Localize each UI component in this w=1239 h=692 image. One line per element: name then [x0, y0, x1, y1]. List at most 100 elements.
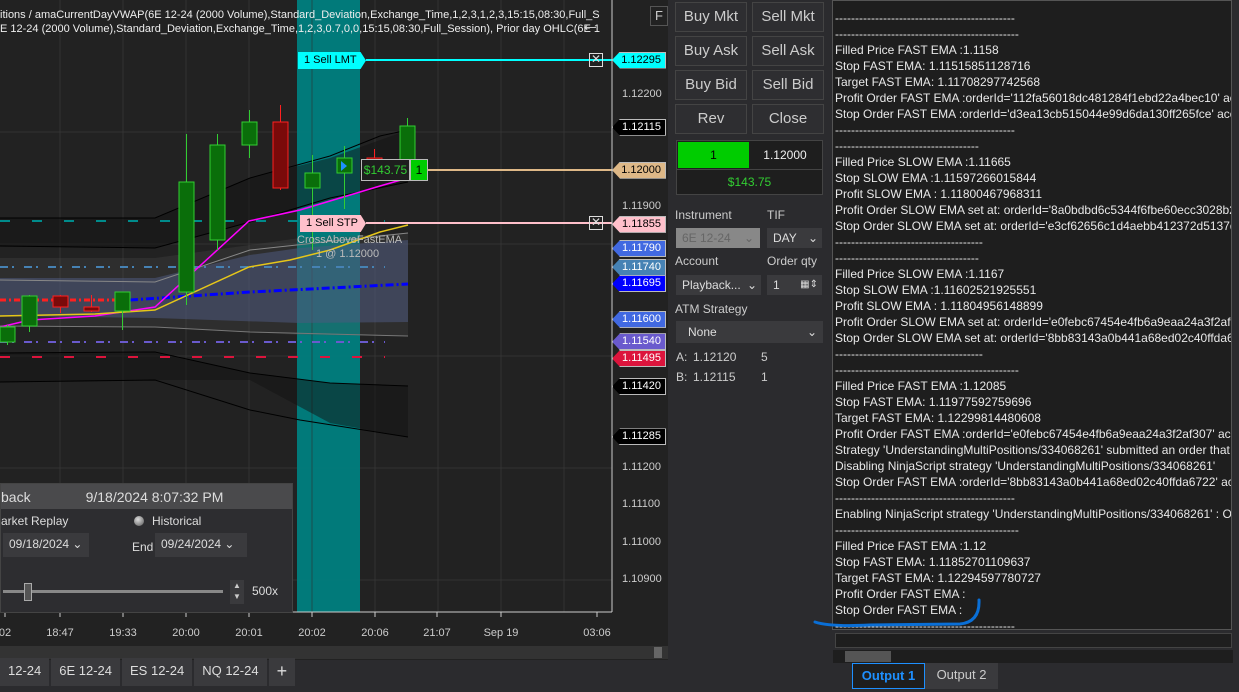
- output-line: ----------------------------------------…: [835, 11, 1015, 25]
- price-marker: 1.12000: [612, 161, 666, 179]
- price-marker: 1.11285: [612, 428, 666, 446]
- sell-mkt-button[interactable]: Sell Mkt: [752, 2, 824, 32]
- price-marker: 1.11740: [612, 258, 666, 276]
- output-line: Stop Order SLOW EMA set at: orderId='8bb…: [835, 331, 1232, 345]
- order-qty-input[interactable]: 1 ▦⇕: [767, 275, 822, 295]
- market-replay-radio[interactable]: arket Replay: [1, 514, 68, 528]
- output-line: -------------------------------------: [835, 235, 983, 249]
- output-line: Filled Price FAST EMA :1.12: [835, 539, 987, 553]
- position-pnl: $143.75: [677, 169, 822, 194]
- candle-body: [272, 121, 289, 189]
- output-line: Profit SLOW EMA : 1.11800467968311: [835, 187, 1043, 201]
- indicator-header-1: itions / amaCurrentDayVWAP(6E 12-24 (200…: [0, 9, 600, 21]
- candle-body: [114, 291, 131, 312]
- output-line: Profit SLOW EMA : 1.11804956148899: [835, 299, 1043, 313]
- atm-strategy-dropdown[interactable]: None ⌄: [676, 321, 823, 343]
- output-line: Disabling NinjaScript strategy 'Understa…: [835, 459, 1216, 473]
- account-value: Playback...: [682, 278, 741, 292]
- price-marker: 1.11495: [612, 350, 666, 368]
- output-text-area[interactable]: ----------------------------------------…: [832, 0, 1232, 630]
- cancel-order-icon[interactable]: ✕: [589, 216, 603, 230]
- tif-dropdown[interactable]: DAY ⌄: [767, 228, 822, 248]
- ask-label: A:: [676, 350, 688, 364]
- output-line: ----------------------------------------…: [835, 619, 1015, 630]
- buy-ask-button[interactable]: Buy Ask: [675, 36, 747, 66]
- speed-slider[interactable]: [3, 590, 223, 593]
- ask-price: 1.12120: [693, 350, 737, 364]
- chart-tab[interactable]: 6E 12-24: [51, 658, 121, 686]
- tab-output-1[interactable]: Output 1: [852, 663, 925, 689]
- indicator-header-2: E 12-24 (2000 Volume),Standard_Deviation…: [0, 23, 600, 35]
- playback-title: back: [1, 488, 31, 505]
- candle-body: [83, 306, 100, 312]
- output-line: Filled Price FAST EMA :1.1158: [835, 43, 999, 57]
- buy-bid-button[interactable]: Buy Bid: [675, 70, 747, 100]
- output-line: Stop SLOW EMA :1.11602521925551: [835, 283, 1037, 297]
- chart-tab[interactable]: NQ 12-24: [194, 658, 267, 686]
- price-marker: 1.11540: [612, 333, 666, 351]
- sell-ask-button[interactable]: Sell Ask: [752, 36, 824, 66]
- f-button[interactable]: F: [650, 6, 668, 26]
- output-line: ----------------------------------------…: [835, 523, 1019, 537]
- atm-strategy-label: ATM Strategy: [675, 302, 748, 316]
- chart-tab[interactable]: 12-24: [0, 658, 50, 686]
- price-axis-tick: 1.11000: [622, 535, 661, 548]
- sell-stop-order-tag[interactable]: 1 Sell STP: [300, 215, 366, 232]
- output-line: ----------------------------------------…: [835, 123, 1015, 137]
- instrument-label: Instrument: [675, 208, 732, 222]
- price-axis-tick: 1.11100: [622, 498, 661, 511]
- output-line: Stop Order FAST EMA :orderId='d3ea13cb51…: [835, 107, 1232, 121]
- add-tab-button[interactable]: +: [268, 658, 296, 686]
- bid-size: 1: [761, 370, 768, 384]
- chart-tabs: 12-24 6E 12-24 ES 12-24 NQ 12-24 +: [0, 658, 296, 686]
- price-marker: 1.11420: [612, 378, 666, 395]
- order-qty-value: 1: [773, 278, 780, 292]
- account-dropdown[interactable]: Playback... ⌄: [676, 275, 761, 295]
- output-line: Profit Order SLOW EMA set at: orderId='e…: [835, 315, 1232, 329]
- execution-label: CrossAboveFastEMA: [297, 234, 403, 246]
- start-date-dropdown[interactable]: 09/18/2024 ⌄: [3, 533, 89, 557]
- bid-label: B:: [676, 370, 688, 384]
- sell-bid-button[interactable]: Sell Bid: [752, 70, 824, 100]
- calculator-icon[interactable]: ▦⇕: [800, 275, 818, 295]
- end-date: 09/24/2024: [161, 537, 222, 551]
- time-axis-tick: 20:00: [172, 627, 200, 639]
- buy-mkt-button[interactable]: Buy Mkt: [675, 2, 747, 32]
- atm-strategy-value: None: [688, 325, 717, 339]
- output-line: Profit Order FAST EMA :orderId='e0febc67…: [835, 427, 1232, 441]
- instrument-dropdown[interactable]: 6E 12-24 ⌄: [676, 228, 760, 248]
- chart-panel[interactable]: itions / amaCurrentDayVWAP(6E 12-24 (200…: [0, 0, 668, 660]
- close-button[interactable]: Close: [752, 104, 824, 134]
- price-marker: 1.11600: [612, 310, 666, 328]
- historical-radio[interactable]: [134, 516, 144, 526]
- output-line: Stop Order SLOW EMA set at: orderId='e3c…: [835, 219, 1232, 233]
- speed-slider-handle[interactable]: [24, 583, 32, 601]
- sell-limit-order-tag[interactable]: 1 Sell LMT: [298, 52, 366, 69]
- end-date-dropdown[interactable]: 09/24/2024 ⌄: [155, 533, 247, 557]
- candle-body: [304, 172, 321, 189]
- output-input[interactable]: [835, 633, 1232, 648]
- end-label: End: [132, 540, 154, 554]
- position-pnl-tag[interactable]: $143.75: [361, 159, 410, 181]
- start-date: 09/18/2024: [9, 537, 70, 551]
- cancel-order-icon[interactable]: ✕: [589, 53, 603, 67]
- playback-panel: back 9/18/2024 8:07:32 PM arket Replay Hi…: [0, 483, 293, 613]
- output-line: Stop FAST EMA: 1.11515851128716: [835, 59, 1031, 73]
- candle-body: [241, 121, 258, 146]
- rev-button[interactable]: Rev: [675, 104, 747, 134]
- output-line: Strategy 'UnderstandingMultiPositions/33…: [835, 443, 1232, 457]
- chart-tab[interactable]: ES 12-24: [122, 658, 193, 686]
- time-axis-tick: 20:06: [361, 627, 389, 639]
- time-axis-tick: 20:02: [298, 627, 326, 639]
- execution-fill: 1 @ 1.12000: [316, 248, 380, 260]
- output-line: Stop FAST EMA: 1.11977592759696: [835, 395, 1032, 409]
- price-axis-tick: 1.12200: [622, 88, 662, 100]
- tab-output-2[interactable]: Output 2: [925, 663, 998, 689]
- speed-spinner[interactable]: ▲ ▼: [230, 580, 244, 604]
- tif-label: TIF: [767, 208, 785, 222]
- position-qty-tag[interactable]: 1: [410, 159, 428, 181]
- back-arrow-icon[interactable]: ←: [580, 14, 600, 37]
- output-line: Target FAST EMA: 1.12294597780727: [835, 571, 1041, 585]
- output-line: Profit Order FAST EMA :orderId='112fa560…: [835, 91, 1232, 105]
- output-horizontal-scrollbar[interactable]: [833, 650, 1233, 663]
